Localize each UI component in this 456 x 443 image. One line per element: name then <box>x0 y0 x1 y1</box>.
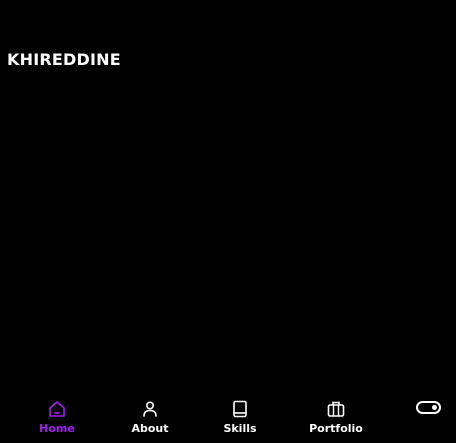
page: KHIREDDINE Home About Skills Portfolio <box>0 0 456 443</box>
nav-item-about[interactable]: About <box>127 385 173 443</box>
bottom-nav: Home About Skills Portfolio <box>0 385 456 443</box>
user-icon <box>143 401 157 417</box>
theme-toggle[interactable] <box>416 401 441 414</box>
book-icon <box>233 400 247 418</box>
nav-item-portfolio[interactable]: Portfolio <box>308 385 364 443</box>
nav-item-skills[interactable]: Skills <box>220 385 260 443</box>
nav-item-label: Portfolio <box>309 422 363 435</box>
toggle-icon <box>432 405 437 410</box>
site-brand[interactable]: KHIREDDINE <box>7 50 121 69</box>
nav-item-label: Home <box>39 422 75 435</box>
home-icon <box>49 401 65 417</box>
nav-item-home[interactable]: Home <box>37 385 77 443</box>
nav-item-label: About <box>131 422 169 435</box>
nav-item-label: Skills <box>223 422 257 435</box>
briefcase-icon <box>327 401 345 417</box>
